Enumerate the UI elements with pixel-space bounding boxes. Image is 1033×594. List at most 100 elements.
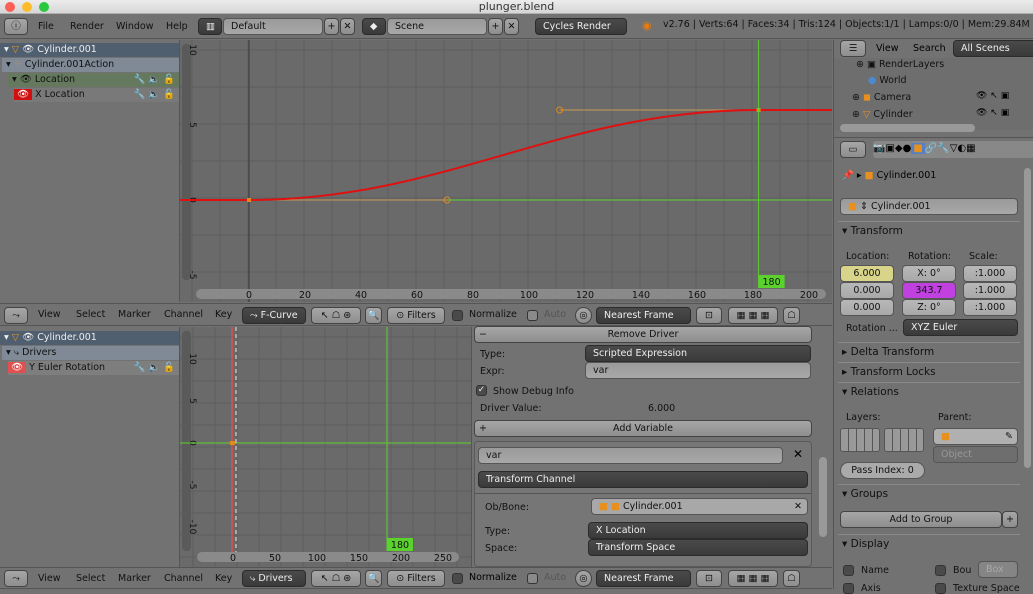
scene-icon[interactable]: ◆ bbox=[362, 18, 386, 35]
remove-variable-icon[interactable]: ✕ bbox=[793, 447, 803, 461]
screen-layout-icon[interactable]: ▥ bbox=[198, 18, 222, 35]
menu-key[interactable]: Key bbox=[215, 304, 232, 326]
menu-marker[interactable]: Marker bbox=[118, 304, 151, 326]
graph-mode-dropdown[interactable]: ⤳ F-Curve bbox=[242, 307, 306, 324]
scale-x-field[interactable]: :1.000 bbox=[963, 265, 1017, 282]
auto-snap-dropdown[interactable]: Nearest Frame bbox=[596, 307, 691, 324]
eye-icon[interactable]: 👁 bbox=[20, 74, 32, 85]
space-dropdown[interactable]: Transform Space bbox=[588, 539, 808, 556]
normalize-checkbox[interactable] bbox=[452, 573, 463, 584]
visibility-select-render-icons[interactable]: 👁 ↖ ▣ bbox=[976, 108, 1009, 118]
panel-transform-header[interactable]: ▾ Transform bbox=[842, 225, 903, 237]
delete-scene-button[interactable]: ✕ bbox=[504, 18, 519, 35]
ghost-curves-icon[interactable]: ☖ bbox=[783, 307, 800, 324]
add-group-plus-button[interactable]: + bbox=[1002, 511, 1018, 528]
zoom-icon[interactable]: 🔍 bbox=[365, 570, 382, 587]
menu-channel[interactable]: Channel bbox=[164, 568, 203, 590]
display-bounds-checkbox[interactable] bbox=[935, 565, 946, 576]
channel-y-euler-rotation[interactable]: 👁 Y Euler Rotation 🔧 🔈 🔓 bbox=[8, 361, 179, 375]
filters-button[interactable]: ⊙ Filters bbox=[387, 570, 445, 587]
editor-type-graph-button[interactable]: ⤳ bbox=[4, 307, 28, 324]
location-z-field[interactable]: 0.000 bbox=[840, 299, 894, 316]
proportional-edit-icon[interactable]: ◎ bbox=[575, 307, 592, 324]
channel-type-dropdown[interactable]: X Location bbox=[588, 522, 808, 539]
outliner-hscrollbar[interactable] bbox=[840, 124, 975, 132]
panel-groups-header[interactable]: ▾ Groups bbox=[842, 488, 888, 500]
copy-paste-icons[interactable]: ▦ ▦ ▦ bbox=[728, 570, 778, 587]
delete-layout-button[interactable]: ✕ bbox=[340, 18, 355, 35]
pass-index-field[interactable]: Pass Index: 0 bbox=[840, 462, 925, 479]
outliner-item-camera[interactable]: ⊕ ◼ Camera bbox=[852, 91, 911, 105]
panel-relations-header[interactable]: ▾ Relations bbox=[842, 386, 899, 398]
menu-window[interactable]: Window bbox=[116, 16, 153, 38]
variable-name-input[interactable]: var bbox=[478, 447, 783, 464]
variable-type-dropdown[interactable]: Transform Channel bbox=[478, 471, 808, 488]
channel-group-location[interactable]: ▾ 👁 Location 🔧 🔈 🔓 bbox=[8, 73, 179, 87]
auto-snap-dropdown[interactable]: Nearest Frame bbox=[596, 570, 691, 587]
scene-name-field[interactable]: Scene bbox=[387, 18, 487, 35]
selection-filter-icons[interactable]: ↖ ☖ ⊛ bbox=[311, 570, 361, 587]
panel-transform-locks-header[interactable]: ▸ Transform Locks bbox=[842, 366, 936, 378]
rotation-y-field[interactable]: 343.7 bbox=[902, 282, 956, 299]
editor-type-outliner-button[interactable]: ☰ bbox=[840, 40, 866, 57]
modifier-mute-lock-icons[interactable]: 🔧 🔈 🔓 bbox=[133, 361, 175, 375]
menu-help[interactable]: Help bbox=[166, 16, 188, 38]
display-mode-dropdown[interactable]: All Scenes bbox=[953, 40, 1033, 57]
expression-input[interactable]: var bbox=[585, 362, 811, 379]
editor-type-graph-button[interactable]: ⤳ bbox=[4, 570, 28, 587]
graph-mode-dropdown[interactable]: ⤷ Drivers bbox=[242, 570, 306, 587]
render-engine-dropdown[interactable]: Cycles Render bbox=[535, 18, 627, 35]
add-to-group-button[interactable]: Add to Group bbox=[840, 511, 1002, 528]
driver-type-dropdown[interactable]: Scripted Expression bbox=[585, 345, 811, 362]
auto-checkbox[interactable] bbox=[527, 573, 538, 584]
channel-x-location[interactable]: 👁 X Location 🔧 🔈 🔓 bbox=[14, 88, 179, 102]
add-layout-button[interactable]: + bbox=[324, 18, 339, 35]
parent-type-dropdown[interactable]: Object bbox=[933, 446, 1018, 463]
parent-field[interactable]: ■ ✎ bbox=[933, 428, 1018, 445]
modifier-mute-lock-icons[interactable]: 🔧 🔈 🔓 bbox=[133, 73, 175, 87]
menu-view[interactable]: View bbox=[38, 568, 61, 590]
outliner-item-cylinder[interactable]: ⊕ ▽ Cylinder bbox=[852, 108, 913, 122]
panel-scrollbar[interactable] bbox=[819, 457, 827, 537]
show-debug-checkbox[interactable]: ✓ bbox=[476, 385, 487, 396]
rotation-mode-dropdown[interactable]: XYZ Euler bbox=[903, 319, 1018, 336]
eye-icon[interactable]: 👁 bbox=[22, 332, 34, 343]
menu-view[interactable]: View bbox=[38, 304, 61, 326]
layers-grid-1[interactable] bbox=[840, 428, 880, 452]
channel-action[interactable]: ▾ ⁘ Cylinder.001Action bbox=[2, 58, 179, 72]
properties-scrollbar[interactable] bbox=[1024, 168, 1031, 468]
rotation-z-field[interactable]: Z: 0° bbox=[902, 299, 956, 316]
add-variable-button[interactable]: + Add Variable bbox=[474, 420, 812, 437]
menu-render[interactable]: Render bbox=[70, 16, 104, 38]
channel-object[interactable]: ▾ ▽ 👁 Cylinder.001 bbox=[0, 331, 179, 345]
menu-select[interactable]: Select bbox=[76, 304, 105, 326]
editor-type-info-button[interactable]: ⓘ bbox=[4, 18, 28, 35]
display-name-checkbox[interactable] bbox=[843, 565, 854, 576]
filters-button[interactable]: ⊙ Filters bbox=[387, 307, 445, 324]
channel-object[interactable]: ▾ ▽ 👁 Cylinder.001 bbox=[0, 43, 179, 57]
object-name-field[interactable]: ■ ⇕ Cylinder.001 bbox=[840, 198, 1018, 215]
menu-select[interactable]: Select bbox=[76, 568, 105, 590]
copy-paste-icons[interactable]: ▦ ▦ ▦ bbox=[728, 307, 778, 324]
editor-type-properties-button[interactable]: ▭ bbox=[840, 141, 866, 158]
rotation-x-field[interactable]: X: 0° bbox=[902, 265, 956, 282]
menu-marker[interactable]: Marker bbox=[118, 568, 151, 590]
outliner-item-renderlayers[interactable]: ⊕ ▣ RenderLayers bbox=[856, 58, 944, 72]
bounds-type-dropdown[interactable]: Box bbox=[978, 561, 1018, 578]
scale-y-field[interactable]: :1.000 bbox=[963, 282, 1017, 299]
selection-filter-icons[interactable]: ↖ ☖ ⊛ bbox=[311, 307, 361, 324]
pivot-icon[interactable]: ⊡ bbox=[696, 570, 722, 587]
menu-key[interactable]: Key bbox=[215, 568, 232, 590]
menu-channel[interactable]: Channel bbox=[164, 304, 203, 326]
ob-bone-field[interactable]: ■ ■ Cylinder.001 ✕ bbox=[591, 498, 808, 515]
proportional-edit-icon[interactable]: ◎ bbox=[575, 570, 592, 587]
pivot-icon[interactable]: ⊡ bbox=[696, 307, 722, 324]
graph-editor-canvas[interactable]: 10 5 0 -5 180 0 20 40 60 80 100 120 140 160 180 200 bbox=[180, 40, 832, 302]
panel-delta-transform-header[interactable]: ▸ Delta Transform bbox=[842, 346, 934, 358]
menu-file[interactable]: File bbox=[38, 16, 54, 38]
eye-icon[interactable]: 👁 bbox=[22, 44, 34, 55]
curve-visibility-icon[interactable]: 👁 bbox=[8, 362, 27, 373]
auto-checkbox[interactable] bbox=[527, 310, 538, 321]
scale-z-field[interactable]: :1.000 bbox=[963, 299, 1017, 316]
add-scene-button[interactable]: + bbox=[488, 18, 503, 35]
